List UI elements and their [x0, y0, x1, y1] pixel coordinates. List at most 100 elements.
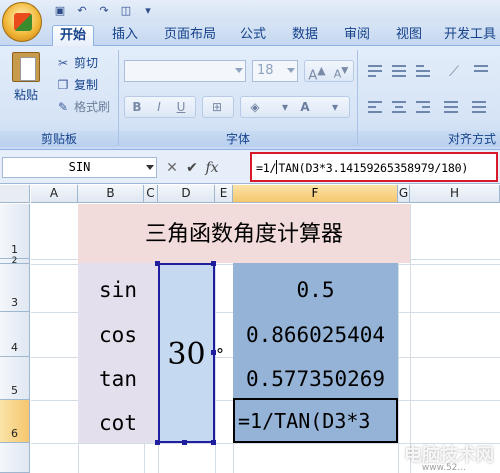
font-name-select[interactable] — [124, 60, 246, 82]
column-header-c[interactable]: C — [144, 185, 158, 203]
label-cot[interactable]: cot — [78, 411, 158, 435]
cut-button[interactable]: ✂ 剪切 — [56, 54, 98, 72]
tab-page-layout[interactable]: 页面布局 — [158, 25, 222, 46]
quick-access-toolbar: ▣ ↶ ↷ ◫ ▾ — [52, 3, 156, 19]
copy-icon: ❐ — [57, 78, 69, 92]
shrink-font-button[interactable]: A▼ — [331, 61, 351, 81]
format-painter-button[interactable]: ✎ 格式刷 — [56, 98, 110, 116]
undo-icon[interactable]: ↶ — [74, 3, 90, 19]
font-size-buttons: A▲ A▼ — [304, 60, 354, 84]
tab-review[interactable]: 审阅 — [336, 25, 378, 46]
grow-font-button[interactable]: A▲ — [307, 61, 327, 84]
column-header-h[interactable]: H — [410, 185, 500, 203]
row-header-6[interactable]: 6 — [0, 400, 30, 443]
bold-button[interactable]: B — [127, 97, 147, 117]
tab-insert[interactable]: 插入 — [104, 25, 146, 46]
column-header-a[interactable]: A — [31, 185, 78, 203]
row-header-5[interactable]: 5 — [0, 357, 30, 400]
value-tan[interactable]: 0.577350269 — [233, 367, 398, 391]
fill-dropdown-icon[interactable]: ▾ — [275, 97, 295, 117]
value-cos[interactable]: 0.866025404 — [233, 323, 398, 347]
active-cell-f6[interactable]: =1/TAN(D3*3 — [233, 398, 398, 443]
resize-handle[interactable] — [211, 261, 216, 266]
tab-data[interactable]: 数据 — [284, 25, 326, 46]
format-painter-label: 格式刷 — [74, 100, 111, 114]
screenshot-icon[interactable]: ◫ — [118, 3, 134, 19]
save-icon[interactable]: ▣ — [52, 3, 68, 19]
clipboard-icon — [12, 52, 40, 82]
check-icon[interactable]: ✔ — [184, 160, 200, 176]
label-cos[interactable]: cos — [78, 323, 158, 347]
wrap-text-button[interactable] — [470, 62, 492, 82]
chevron-down-icon — [235, 68, 243, 73]
copy-button[interactable]: ❐ 复制 — [56, 76, 98, 94]
clipboard-group-label: 剪贴板 — [0, 131, 118, 147]
row-header-3[interactable]: 3 — [0, 264, 30, 312]
paste-button[interactable]: 粘贴 — [8, 52, 44, 110]
formula-text-after: TAN(D3*3.14159265358979/180) — [278, 161, 469, 175]
name-box-value: SIN — [68, 160, 91, 174]
office-button[interactable] — [2, 2, 42, 42]
row-number: 1 — [11, 243, 18, 256]
label-tan[interactable]: tan — [78, 367, 158, 391]
formula-actions: ✕ ✔ fx — [160, 157, 248, 178]
cell-edit-text: =1/TAN(D3*3 — [238, 409, 371, 433]
tab-formulas[interactable]: 公式 — [232, 25, 274, 46]
select-all-corner[interactable] — [0, 185, 30, 203]
orientation-icon[interactable]: ⟋ — [444, 62, 464, 82]
customize-icon[interactable]: ▾ — [140, 3, 156, 19]
resize-handle[interactable] — [155, 440, 160, 445]
copy-label: 复制 — [74, 78, 99, 92]
redo-icon[interactable]: ↷ — [96, 3, 112, 19]
ribbon-tabs: 开始 插入 页面布局 公式 数据 审阅 视图 开发工具 — [0, 22, 500, 46]
column-header-d[interactable]: D — [158, 185, 215, 203]
degree-symbol: ° — [216, 345, 224, 364]
chevron-down-icon — [146, 165, 154, 170]
formula-input[interactable]: =1/TAN(D3*3.14159265358979/180) — [250, 152, 498, 182]
column-header-e[interactable]: E — [215, 185, 233, 203]
label-sin[interactable]: sin — [78, 278, 158, 302]
column-header-f[interactable]: F — [233, 185, 398, 203]
style-buttons: B I U — [124, 96, 196, 118]
decrease-indent-button[interactable] — [440, 98, 462, 118]
chevron-down-icon — [287, 68, 295, 73]
fill-color-icon[interactable]: ◈ — [245, 97, 265, 117]
grow-font-icon: A — [308, 68, 318, 84]
tab-developer[interactable]: 开发工具 — [440, 25, 500, 46]
row-header-7[interactable] — [0, 443, 30, 473]
font-group-label: 字体 — [119, 131, 357, 147]
align-right-button[interactable] — [412, 98, 434, 118]
row-number: 5 — [11, 384, 18, 397]
row-header-4[interactable]: 4 — [0, 312, 30, 357]
align-bottom-button[interactable] — [412, 62, 434, 82]
tab-view[interactable]: 视图 — [388, 25, 430, 46]
brush-icon: ✎ — [57, 100, 69, 114]
italic-button[interactable]: I — [149, 97, 169, 117]
align-top-button[interactable] — [364, 62, 386, 82]
font-size-select[interactable]: 18 — [252, 60, 298, 82]
name-box[interactable]: SIN — [2, 157, 157, 178]
column-header-b[interactable]: B — [78, 185, 144, 203]
font-color-dropdown-icon[interactable]: ▾ — [325, 97, 345, 117]
resize-handle[interactable] — [211, 440, 216, 445]
increase-indent-button[interactable] — [468, 98, 490, 118]
cancel-icon[interactable]: ✕ — [164, 160, 180, 176]
font-color-icon[interactable]: A — [295, 97, 315, 117]
resize-handle[interactable] — [182, 440, 187, 445]
align-center-button[interactable] — [388, 98, 410, 118]
row-number: 3 — [11, 296, 18, 309]
row-header-1[interactable]: 1 — [0, 204, 30, 259]
column-header-g[interactable]: G — [398, 185, 410, 203]
formula-text: =1/TAN(D3*3.14159265358979/180) — [256, 160, 468, 175]
alignment-group-label: 对齐方式 — [358, 131, 500, 147]
tab-home[interactable]: 开始 — [52, 25, 94, 46]
align-left-button[interactable] — [364, 98, 386, 118]
resize-handle[interactable] — [155, 261, 160, 266]
function-icon[interactable]: fx — [204, 160, 220, 176]
font-size-value: 18 — [257, 63, 274, 78]
value-sin[interactable]: 0.5 — [233, 278, 398, 302]
borders-button[interactable]: ⊞ — [202, 96, 234, 118]
align-middle-button[interactable] — [388, 62, 410, 82]
formula-bar: SIN ✕ ✔ fx =1/TAN(D3*3.14159265358979/18… — [0, 150, 500, 184]
underline-button[interactable]: U — [171, 97, 191, 117]
